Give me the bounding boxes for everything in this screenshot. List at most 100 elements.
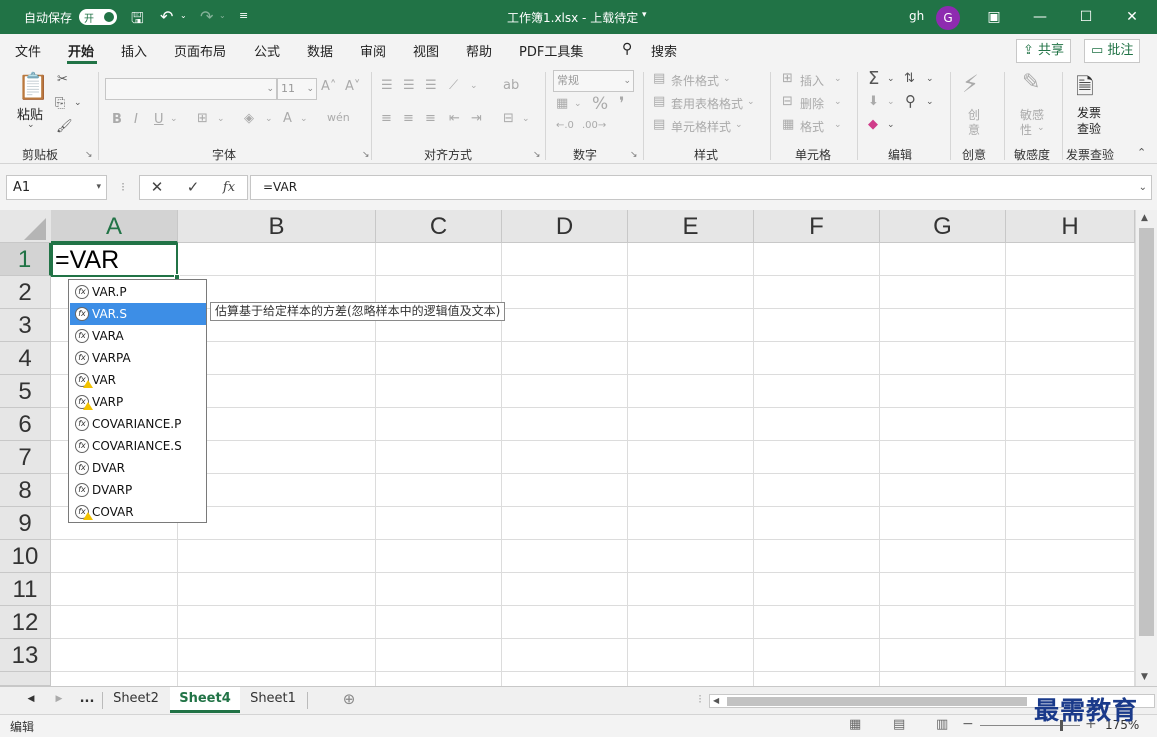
tab-file[interactable]: 文件 [15,41,41,60]
column-header-g[interactable]: G [880,210,1006,243]
cell-styles-icon[interactable]: ▤ [653,117,665,132]
align-center-icon[interactable]: ≡ [403,111,414,126]
autosum-dropdown-icon[interactable]: ⌄ [887,74,895,84]
add-sheet-icon[interactable]: ⊕ [338,687,360,713]
row-header-7[interactable]: 7 [0,441,51,474]
cell-styles-dropdown-icon[interactable]: ⌄ [735,120,743,130]
collapse-ribbon-icon[interactable]: ⌃ [1137,146,1146,159]
page-break-view-icon[interactable]: ▥ [936,717,948,732]
number-format-combo[interactable]: 常规 ⌄ [553,70,634,92]
autocomplete-item[interactable]: fx VAR [70,369,206,391]
cancel-icon[interactable]: ✕ [146,175,168,200]
invoice-check-icon[interactable]: 🗎 [1076,70,1094,108]
column-header-b[interactable]: B [178,210,376,243]
invoice-button-line2[interactable]: 查验 [1077,120,1101,137]
redo-dropdown-icon[interactable]: ⌄ [219,11,226,20]
minimize-icon[interactable]: — [1017,0,1063,34]
undo-icon[interactable]: ↶ [160,7,173,26]
clear-icon[interactable]: ◆ [868,117,878,132]
row-header-6[interactable]: 6 [0,408,51,441]
insert-function-icon[interactable]: fx [218,175,240,200]
autocomplete-item[interactable]: fx COVARIANCE.P [70,413,206,435]
fill-dropdown-icon[interactable]: ⌄ [887,97,895,107]
sort-filter-icon[interactable]: ⇅ [904,71,915,86]
merge-dropdown-icon[interactable]: ⌄ [522,114,530,124]
row-header-1[interactable]: 1 [0,243,51,276]
search-icon[interactable]: ⚲ [622,41,632,57]
normal-view-icon[interactable]: ▦ [849,717,861,732]
formula-input[interactable]: =VAR ⌄ [250,175,1152,200]
autocomplete-item[interactable]: fx COVARIANCE.S [70,435,206,457]
phonetic-icon[interactable]: wén [327,111,350,124]
italic-icon[interactable]: I [134,112,138,127]
name-box[interactable]: A1 ▾ [6,175,107,200]
paste-dropdown-icon[interactable]: ⌄ [27,120,35,130]
zoom-out-icon[interactable]: − [962,716,974,732]
sensitivity-dropdown-icon[interactable]: ⌄ [1037,123,1045,133]
orientation-dropdown-icon[interactable]: ⌄ [470,81,478,91]
number-format-dropdown-icon[interactable]: ⌄ [623,71,631,91]
close-icon[interactable]: ✕ [1109,0,1155,34]
tab-help[interactable]: 帮助 [466,41,492,60]
format-cells-icon[interactable]: ▦ [782,117,794,132]
cell-styles-button[interactable]: 单元格样式 [671,118,731,135]
conditional-format-icon[interactable]: ▤ [653,71,665,86]
font-size-combo[interactable]: 11 ⌄ [277,78,317,100]
row-header-5[interactable]: 5 [0,375,51,408]
grow-font-icon[interactable]: A˄ [321,79,336,94]
align-top-icon[interactable]: ☰ [381,78,393,93]
wrap-text-icon[interactable]: ab [503,78,519,93]
autocomplete-item[interactable]: fx VARPA [70,347,206,369]
scroll-up-icon[interactable]: ▲ [1141,213,1148,223]
column-header-e[interactable]: E [628,210,754,243]
accounting-dropdown-icon[interactable]: ⌄ [574,99,582,109]
find-select-dropdown-icon[interactable]: ⌄ [926,97,934,107]
invoice-button-line1[interactable]: 发票 [1077,104,1101,121]
format-as-table-dropdown-icon[interactable]: ⌄ [747,97,755,107]
autocomplete-item[interactable]: fx VARA [70,325,206,347]
select-all-corner[interactable] [0,210,52,243]
more-sheets-button[interactable]: ... [76,687,98,713]
tab-page-layout[interactable]: 页面布局 [174,41,226,60]
document-title[interactable]: 工作簿1.xlsx - 上载待定 [507,9,638,26]
percent-icon[interactable]: % [592,94,608,114]
column-header-d[interactable]: D [502,210,628,243]
delete-dropdown-icon[interactable]: ⌄ [834,97,842,107]
autocomplete-item[interactable]: fx VARP [70,391,206,413]
tab-pdf-tools[interactable]: PDF工具集 [519,41,583,60]
cut-icon[interactable]: ✂ [57,72,68,87]
scroll-sheets-right-icon[interactable]: ▶ [52,687,66,713]
search-label[interactable]: 搜索 [651,41,677,60]
maximize-icon[interactable]: ☐ [1063,0,1109,34]
row-header-10[interactable]: 10 [0,540,51,573]
autosum-icon[interactable]: Σ [868,68,879,89]
row-header-11[interactable]: 11 [0,573,51,606]
font-name-combo[interactable]: ⌄ [105,78,277,100]
fill-color-dropdown-icon[interactable]: ⌄ [265,114,273,124]
title-dropdown-icon[interactable]: ▾ [642,10,647,20]
sheet-tab-sheet4[interactable]: Sheet4 [170,687,240,713]
tab-home[interactable]: 开始 [68,41,94,60]
format-as-table-button[interactable]: 套用表格格式 [671,95,743,112]
active-cell-a1[interactable]: =VAR [51,243,178,277]
autocomplete-item[interactable]: fx DVAR [70,457,206,479]
borders-icon[interactable]: ⊞ [197,111,208,126]
sheet-tab-sheet1[interactable]: Sheet1 [242,687,304,713]
align-middle-icon[interactable]: ☰ [403,78,415,93]
page-layout-view-icon[interactable]: ▤ [893,717,905,732]
align-bottom-icon[interactable]: ☰ [425,78,437,93]
scroll-sheets-left-icon[interactable]: ◀ [24,687,38,713]
sheet-tab-sheet2[interactable]: Sheet2 [105,687,167,713]
increase-decimal-icon[interactable]: ←.0 [556,120,574,131]
tab-review[interactable]: 审阅 [360,41,386,60]
autocomplete-item[interactable]: fx DVARP [70,479,206,501]
font-launcher-icon[interactable]: ↘ [362,150,370,160]
orientation-icon[interactable]: ⟋ [449,78,458,93]
align-right-icon[interactable]: ≡ [425,111,436,126]
column-header-h[interactable]: H [1006,210,1135,243]
row-header-9[interactable]: 9 [0,507,51,540]
enter-icon[interactable]: ✓ [182,175,204,200]
conditional-format-dropdown-icon[interactable]: ⌄ [723,74,731,84]
conditional-format-button[interactable]: 条件格式 [671,72,719,89]
find-select-icon[interactable]: ⚲ [905,92,916,110]
